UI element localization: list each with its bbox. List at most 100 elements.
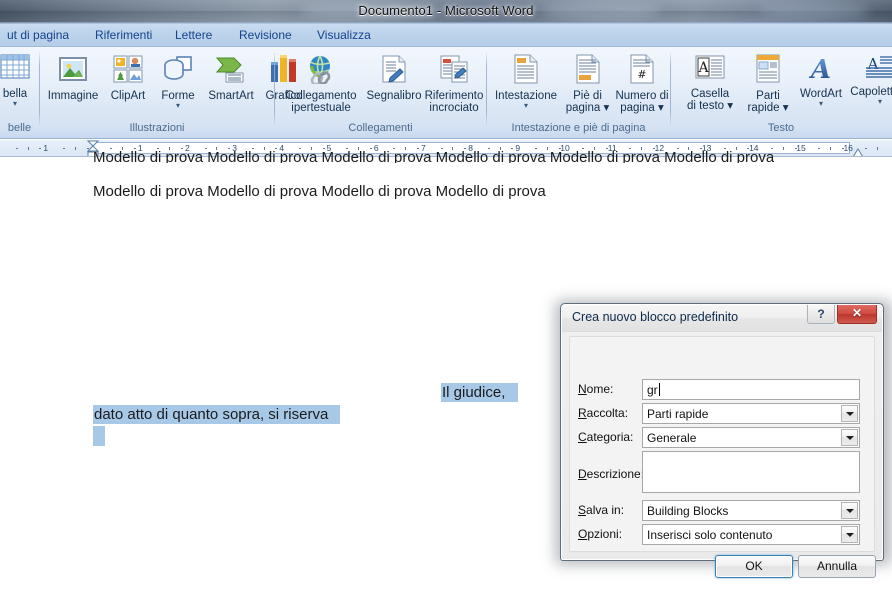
selected-text-il-giudice[interactable]: Il giudice, [441,383,518,402]
dialog-input-value: gr [647,383,658,397]
dialog-textarea-descrizione[interactable] [642,451,860,493]
window-title-bar[interactable]: Documento1 - Microsoft Word [0,0,892,24]
selected-text-dato-atto[interactable]: dato atto di quanto sopra, si riserva [93,405,340,424]
ribbon-button-label: pagina ▾ [565,102,610,114]
chevron-down-icon[interactable]: ▾ [793,100,849,108]
dialog-combo-categoria[interactable]: Generale [642,427,860,448]
ribbon-button-capolettera[interactable]: A Capolettera▾ [845,54,892,106]
dialog-label-opzioni: Opzioni: [578,527,623,541]
close-icon[interactable]: ✕ [837,305,877,324]
ruler-tick [63,148,65,149]
ribbon-button-label: Segnalibro [366,90,422,102]
tab-visualizza[interactable]: Visualizza [310,26,378,46]
ribbon-button-label: Piè di [573,90,602,102]
hyperlink-icon [279,54,363,87]
ribbon-button-label: Riferimento [424,90,484,102]
ribbon-group-label-illustrazioni: Illustrazioni [129,122,185,134]
ribbon-button-riferimento-incrociato[interactable]: Riferimento incrociato [423,54,485,114]
ribbon-button-casella-di-testo[interactable]: A Casella di testo ▾ [677,54,743,112]
chevron-down-icon[interactable] [841,405,858,422]
dialog-label-categoria: Categoria: [578,430,634,444]
ribbon-button-label: ipertestuale [291,102,351,114]
dropcap-icon: A [845,54,892,83]
chevron-down-icon[interactable] [841,429,858,446]
tab-revisione[interactable]: Revisione [232,26,299,46]
ribbon-button-segnalibro[interactable]: Segnalibro [361,54,427,102]
ribbon-group-label-collegamenti: Collegamenti [348,122,413,134]
ribbon-button-forme[interactable]: Forme ▾ [152,54,204,110]
shapes-icon [152,54,204,87]
right-indent-marker[interactable] [851,146,865,156]
ribbon: bella ▾ belle Immagine ClipArt Forme ▾ Smar… [0,47,892,139]
dialog-title: Crea nuovo blocco predefinito [572,310,739,324]
table-icon [0,52,42,85]
svg-text:A: A [697,60,709,76]
ribbon-tab-strip: ut di pagina Riferimenti Lettere Revisione V… [0,24,892,47]
tab-riferimenti[interactable]: Riferimenti [88,26,159,46]
footer-icon [560,54,615,87]
dialog-combo-salva-in[interactable]: Building Blocks [642,500,860,521]
dialog-combo-opzioni[interactable]: Inserisci solo contenuto [642,524,860,545]
dialog-label-descrizione: Descrizione: [578,467,645,481]
ribbon-button-parti-rapide[interactable]: Parti rapide ▾ [741,54,795,114]
ribbon-button-wordart[interactable]: A WordArt ▾ [793,54,849,108]
ribbon-group-label-intestazione-pie-pagina: Intestazione e piè di pagina [511,122,646,134]
dialog-combo-raccolta[interactable]: Parti rapide [642,403,860,424]
chevron-down-icon[interactable]: ▾ [0,100,42,108]
document-text-line[interactable]: Modello di prova Modello di prova Modell… [93,149,774,163]
chevron-down-icon[interactable] [841,502,858,519]
dialog-combo-value: Building Blocks [647,504,729,518]
ribbon-button-pie-di-pagina[interactable]: Piè di pagina ▾ [560,54,615,114]
dialog-combo-value: Generale [647,431,697,445]
ribbon-button-label: Immagine [47,90,99,102]
tab-lettere[interactable]: Lettere [168,26,219,46]
selected-empty-line[interactable] [93,426,105,446]
ribbon-button-collegamento-ipertestuale[interactable]: Collegamento ipertestuale [279,54,363,114]
ribbon-button-immagine[interactable]: Immagine [42,54,104,102]
ruler-tick [782,147,784,150]
picture-icon [42,54,104,87]
ribbon-button-label: bella [2,88,28,100]
ruler-tick [865,148,868,149]
crossref-icon [423,54,485,87]
ribbon-button-label: Capolettera [850,86,892,98]
chevron-down-icon[interactable]: ▾ [152,102,204,110]
ribbon-group-label-tabelle: belle [7,122,32,134]
ribbon-button-label: Collegamento [285,90,357,102]
chevron-down-icon[interactable] [841,526,858,543]
chevron-down-icon[interactable]: ▾ [845,98,892,106]
chevron-down-icon[interactable]: ▾ [490,102,562,110]
ruler-tick [39,148,42,149]
ribbon-button-label: Parti [756,90,780,102]
ruler-tick [27,147,29,150]
smartart-icon [202,54,260,87]
ribbon-button-label: incrociato [429,102,479,114]
ribbon-button-tabella[interactable]: bella ▾ [0,52,42,108]
wordart-icon: A [793,54,849,85]
ribbon-button-label: SmartArt [208,90,254,102]
ribbon-button-label: ClipArt [110,90,146,102]
ok-button[interactable]: OK [715,555,793,578]
ribbon-group-collegamenti: Collegamento ipertestuale Segnalibro Rife… [275,48,487,137]
help-icon[interactable]: ? [807,305,835,324]
textbox-icon: A [677,54,743,85]
dialog-label-salva-in: Salva in: [578,503,625,517]
ribbon-button-smartart[interactable]: SmartArt [202,54,260,102]
document-text-line[interactable]: Modello di prova Modello di prova Modell… [93,183,546,200]
dialog-combo-value: Parti rapide [647,407,709,421]
ribbon-button-intestazione[interactable]: Intestazione ▾ [490,54,562,110]
ruler-tick [877,147,879,150]
ribbon-group-intestazione-pie-pagina: Intestazione ▾ Piè di pagina ▾ # Numero di p… [487,48,671,137]
ribbon-group-tabelle: bella ▾ belle [0,48,40,137]
bookmark-icon [361,54,427,87]
dialog-input-nome[interactable]: gr [642,379,860,400]
ruler-number: 15 [796,143,806,153]
cancel-button[interactable]: Annulla [798,555,876,578]
ribbon-button-numero-di-pagina[interactable]: # Numero di pagina ▾ [611,54,673,114]
window-title: Documento1 - Microsoft Word [358,3,534,18]
ribbon-group-label-testo: Testo [767,122,795,134]
svg-text:#: # [637,68,646,81]
tab-ut-di-pagina[interactable]: ut di pagina [0,26,76,46]
ribbon-button-clipart[interactable]: ClipArt [102,54,154,102]
ruler-tick [830,147,831,150]
